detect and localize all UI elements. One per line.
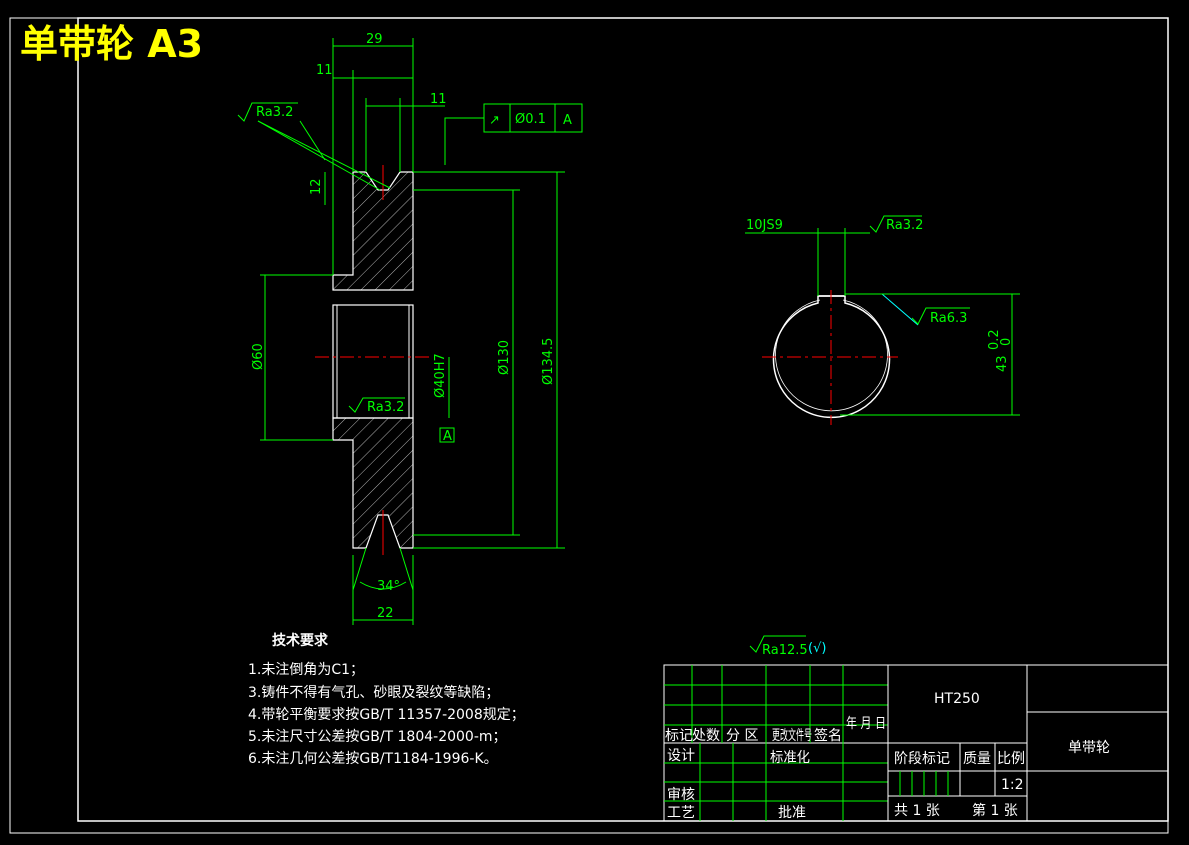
tb-biaoji: 标记 <box>665 728 693 744</box>
tb-part-name: 单带轮 <box>1068 740 1110 756</box>
dim-12: 12 <box>309 178 324 195</box>
roughness-r2: Ra3.2 <box>367 400 404 415</box>
dim-11-b: 11 <box>430 92 447 107</box>
tolerance-datum: A <box>563 113 572 128</box>
tech-req-item: 1.未注倒角为C1； <box>248 662 364 678</box>
tb-scale: 1:2 <box>1001 777 1024 793</box>
tech-req-item: 6.未注几何公差按GB/T1184-1996-K。 <box>248 751 498 767</box>
tb-pizhun: 批准 <box>778 805 806 821</box>
title-block: HT250 单带轮 标记 处数 分 区 更改文件号 签名 年 月 日 设计 标准… <box>663 664 1169 822</box>
tb-qianming: 签名 <box>814 727 842 744</box>
roughness-general: Ra12.5 <box>762 643 808 658</box>
tb-shenhe: 审核 <box>667 787 695 803</box>
tech-req-item: 4.带轮平衡要求按GB/T 11357-2008规定； <box>248 707 525 723</box>
dim-d40h7: Ø40H7 <box>433 353 448 398</box>
dim-34deg: 34° <box>377 579 400 594</box>
dim-43: 43 <box>995 355 1010 372</box>
drawing-sheet: 单带轮 A3 29 11 11 12 Ø60 Ø40H7 A Ø130 Ø134… <box>0 0 1189 841</box>
dim-22: 22 <box>377 606 394 621</box>
tb-chushu: 处数 <box>692 728 720 744</box>
dim-29: 29 <box>366 32 383 47</box>
tb-di: 第 1 张 <box>972 802 1018 819</box>
outer-border <box>9 17 1169 834</box>
roughness-r1: Ra3.2 <box>256 105 293 120</box>
tb-bili: 比例 <box>997 751 1025 767</box>
tolerance-symbol: ↗ <box>489 113 500 128</box>
dim-11-a: 11 <box>316 63 333 78</box>
tb-biaozhunhua: 标准化 <box>770 750 810 766</box>
datum-label: A <box>443 429 452 444</box>
roughness-r3: Ra3.2 <box>886 218 923 233</box>
roughness-r4: Ra6.3 <box>930 311 967 326</box>
tech-requirements: 技术要求 1.未注倒角为C1； 3.铸件不得有气孔、砂眼及裂纹等缺陷； 4.带轮… <box>248 632 525 767</box>
inner-border <box>77 17 1169 822</box>
rim-top-section <box>332 171 414 291</box>
dim-keyway: 10JS9 <box>746 218 783 233</box>
tech-req-item: 5.未注尺寸公差按GB/T 1804-2000-m； <box>248 729 507 745</box>
dim-d134: Ø134.5 <box>541 338 556 385</box>
tb-zhiliang: 质量 <box>963 751 991 767</box>
tb-gongyi: 工艺 <box>667 805 695 821</box>
tb-sheji: 设计 <box>667 748 695 764</box>
dim-43-tol-low: 0 <box>999 338 1014 346</box>
title-banner: 单带轮 A3 <box>20 22 203 66</box>
tolerance-value: Ø0.1 <box>515 112 546 127</box>
tb-gong: 共 1 张 <box>894 803 940 819</box>
tb-gengai: 更改文件号 <box>772 728 812 744</box>
tb-fenqu: 分 区 <box>726 728 758 744</box>
cad-drawing: 单带轮 A3 29 11 11 12 Ø60 Ø40H7 A Ø130 Ø134… <box>9 17 1169 834</box>
tech-req-item: 3.铸件不得有气孔、砂眼及裂纹等缺陷； <box>248 684 499 701</box>
rim-bottom-section <box>332 417 414 549</box>
tech-req-heading: 技术要求 <box>272 632 329 649</box>
keyway-view: 10JS9 Ra3.2 Ra6.3 43 0.2 0 <box>745 215 1020 425</box>
pulley-section-view: 29 11 11 12 Ø60 Ø40H7 A Ø130 Ø134.5 34° … <box>237 32 583 625</box>
tb-nianyueri: 年 月 日 <box>846 716 886 732</box>
tb-jieduan: 阶段标记 <box>894 751 950 767</box>
dim-d130: Ø130 <box>497 340 512 375</box>
dim-d60: Ø60 <box>251 343 266 370</box>
roughness-general-suffix: (√) <box>808 641 826 656</box>
tb-material: HT250 <box>934 691 980 707</box>
